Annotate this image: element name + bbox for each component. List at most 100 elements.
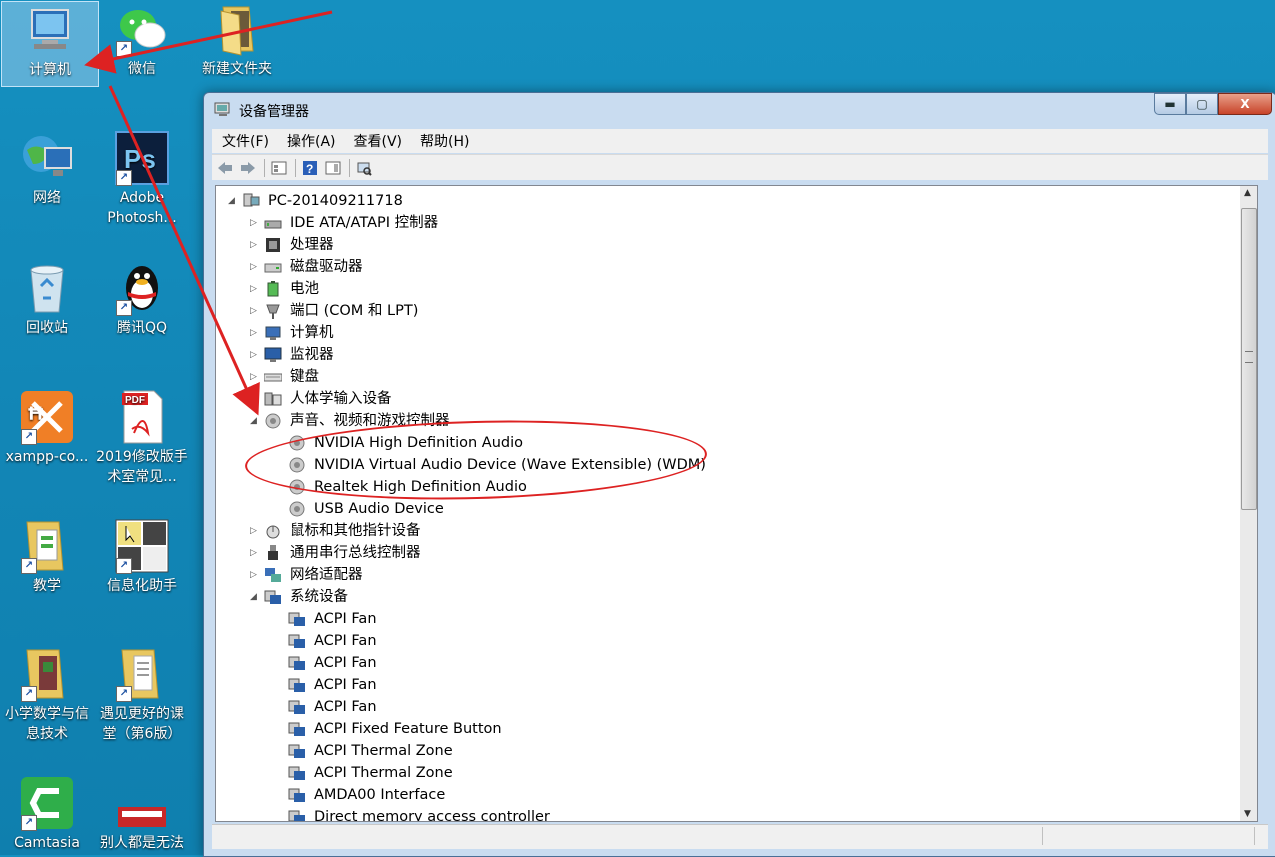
expand-arrow-icon[interactable]: ▷ <box>250 388 260 410</box>
expand-arrow-icon[interactable]: ▷ <box>250 542 260 564</box>
status-bar <box>212 824 1268 849</box>
desktop-icon-label: 遇见更好的课堂（第6版） <box>100 706 184 742</box>
tree-device-label: USB Audio Device <box>314 501 444 517</box>
expand-arrow-icon[interactable]: ▷ <box>250 278 260 300</box>
tree-category-label: 端口 (COM 和 LPT) <box>290 303 419 319</box>
desktop-icon-label: 信息化助手 <box>107 578 177 594</box>
collapse-arrow-icon[interactable]: ◢ <box>250 410 260 432</box>
menu-action[interactable]: 操作(A) <box>277 131 344 151</box>
system-device-icon <box>288 787 306 803</box>
title-bar[interactable]: 设备管理器 ▬ ▢ X <box>204 93 1275 125</box>
tree-category-label: 电池 <box>290 281 319 297</box>
desktop-icon-label: 教学 <box>33 578 61 594</box>
tree-category-label: 计算机 <box>290 325 334 341</box>
desktop-icon-camtasia[interactable]: ↗ Camtasia <box>0 775 95 853</box>
tree-device-label: ACPI Thermal Zone <box>314 765 453 781</box>
ide-controller-icon <box>264 215 282 231</box>
expand-arrow-icon[interactable]: ▷ <box>250 322 260 344</box>
menu-help[interactable]: 帮助(H) <box>410 131 477 151</box>
expand-arrow-icon[interactable]: ▷ <box>250 300 260 322</box>
shortcut-arrow-icon: ↗ <box>21 815 37 831</box>
speaker-icon <box>288 479 306 495</box>
desktop-icon-xampp[interactable]: ꟸ ↗ xampp-co... <box>0 389 95 467</box>
forward-arrow-icon[interactable] <box>239 160 257 176</box>
tree-category-label: 系统设备 <box>290 589 348 605</box>
tree-category-label: 网络适配器 <box>290 567 363 583</box>
folder-icon: ↗ <box>19 646 75 702</box>
scroll-up-arrow-icon[interactable]: ▲ <box>1244 188 1251 198</box>
desktop-icon-qq[interactable]: ↗ 腾讯QQ <box>94 260 190 338</box>
speaker-icon <box>288 501 306 517</box>
desktop-icon-label: Adobe Photosh... <box>107 190 177 226</box>
status-pane <box>1044 827 1255 845</box>
camtasia-icon: ↗ <box>19 775 75 831</box>
grip-icon <box>1245 351 1253 363</box>
expand-arrow-icon[interactable]: ▷ <box>250 344 260 366</box>
tree-device-label: NVIDIA High Definition Audio <box>314 435 523 451</box>
help-icon[interactable]: ? <box>301 160 319 176</box>
desktop-icon-classroom[interactable]: ↗ 遇见更好的课堂（第6版） <box>94 646 190 744</box>
tree-device-label: ACPI Fan <box>314 677 377 693</box>
photoshop-icon: Ps ↗ <box>114 130 170 186</box>
desktop-icon-pdf[interactable]: PDF 2019修改版手术室常见... <box>94 389 190 487</box>
shortcut-arrow-icon: ↗ <box>21 558 37 574</box>
desktop-icon-photoshop[interactable]: Ps ↗ Adobe Photosh... <box>94 130 190 228</box>
menu-view[interactable]: 查看(V) <box>344 131 411 151</box>
speaker-icon <box>264 413 282 429</box>
expand-arrow-icon[interactable]: ▷ <box>250 212 260 234</box>
desktop-icon-math-it[interactable]: ↗ 小学数学与信息技术 <box>0 646 95 744</box>
vertical-scrollbar[interactable]: ▲ ▼ <box>1240 185 1258 822</box>
menu-file[interactable]: 文件(F) <box>212 131 277 151</box>
desktop-icon-new-folder[interactable]: 新建文件夹 <box>189 1 285 79</box>
speaker-icon <box>288 435 306 451</box>
desktop-icon-teaching[interactable]: ↗ 教学 <box>0 518 95 596</box>
desktop-icon-unknown[interactable]: 别人都是无法 <box>94 775 190 853</box>
desktop-icon-label: 腾讯QQ <box>116 320 168 336</box>
view-icon[interactable] <box>324 160 342 176</box>
tree-device-label: ACPI Thermal Zone <box>314 743 453 759</box>
back-arrow-icon[interactable] <box>216 160 234 176</box>
tree-device-label: ACPI Fan <box>314 633 377 649</box>
tree-device-label: NVIDIA Virtual Audio Device (Wave Extens… <box>314 457 706 473</box>
scan-hardware-icon[interactable] <box>355 160 373 176</box>
device-manager-icon <box>214 101 232 117</box>
expand-arrow-icon[interactable]: ▷ <box>250 366 260 388</box>
device-tree[interactable]: ◢ PC-201409211718 ▷ IDE ATA/ATAPI 控制器 ▷ 处理… <box>215 185 1242 822</box>
tree-device-label: Realtek High Definition Audio <box>314 479 527 495</box>
tree-category-label: 通用串行总线控制器 <box>290 545 421 561</box>
computer-icon <box>242 193 260 209</box>
collapse-arrow-icon[interactable]: ◢ <box>250 586 260 608</box>
expand-arrow-icon[interactable]: ▷ <box>250 520 260 542</box>
expand-arrow-icon[interactable]: ▷ <box>250 256 260 278</box>
desktop-icon-label: 2019修改版手术室常见... <box>96 449 188 485</box>
close-button[interactable]: X <box>1218 93 1272 115</box>
system-device-icon <box>288 721 306 737</box>
expand-arrow-icon[interactable]: ▷ <box>250 234 260 256</box>
usb-icon <box>264 545 282 561</box>
system-device-icon <box>288 699 306 715</box>
desktop-icon-recycle-bin[interactable]: 回收站 <box>0 260 95 338</box>
toolbar-separator <box>264 158 265 177</box>
minimize-button[interactable]: ▬ <box>1154 93 1186 115</box>
maximize-button[interactable]: ▢ <box>1186 93 1218 115</box>
desktop-icon-label: 计算机 <box>29 62 71 78</box>
scrollbar-thumb[interactable] <box>1241 208 1257 510</box>
shortcut-arrow-icon: ↗ <box>116 170 132 186</box>
properties-icon[interactable] <box>270 160 288 176</box>
device-manager-window: 设备管理器 ▬ ▢ X 文件(F) 操作(A) 查看(V) 帮助(H) ? ◢ … <box>203 92 1275 857</box>
shortcut-arrow-icon: ↗ <box>21 686 37 702</box>
desktop-icon-wechat[interactable]: ↗ 微信 <box>94 1 190 79</box>
scroll-down-arrow-icon[interactable]: ▼ <box>1244 809 1251 819</box>
system-device-icon <box>288 809 306 821</box>
desktop-icon-label: 网络 <box>33 190 61 206</box>
desktop-icon-computer[interactable]: 计算机 <box>1 1 99 87</box>
system-device-icon <box>288 765 306 781</box>
computer-icon <box>264 325 282 341</box>
desktop-icon-network[interactable]: 网络 <box>0 130 95 208</box>
desktop-icon-label: xampp-co... <box>5 449 89 465</box>
battery-icon <box>264 281 282 297</box>
expand-arrow-icon[interactable]: ▷ <box>250 564 260 586</box>
collapse-arrow-icon[interactable]: ◢ <box>228 190 238 212</box>
tree-category-label: 声音、视频和游戏控制器 <box>290 413 450 429</box>
desktop-icon-info-assistant[interactable]: ↗ 信息化助手 <box>94 518 190 596</box>
